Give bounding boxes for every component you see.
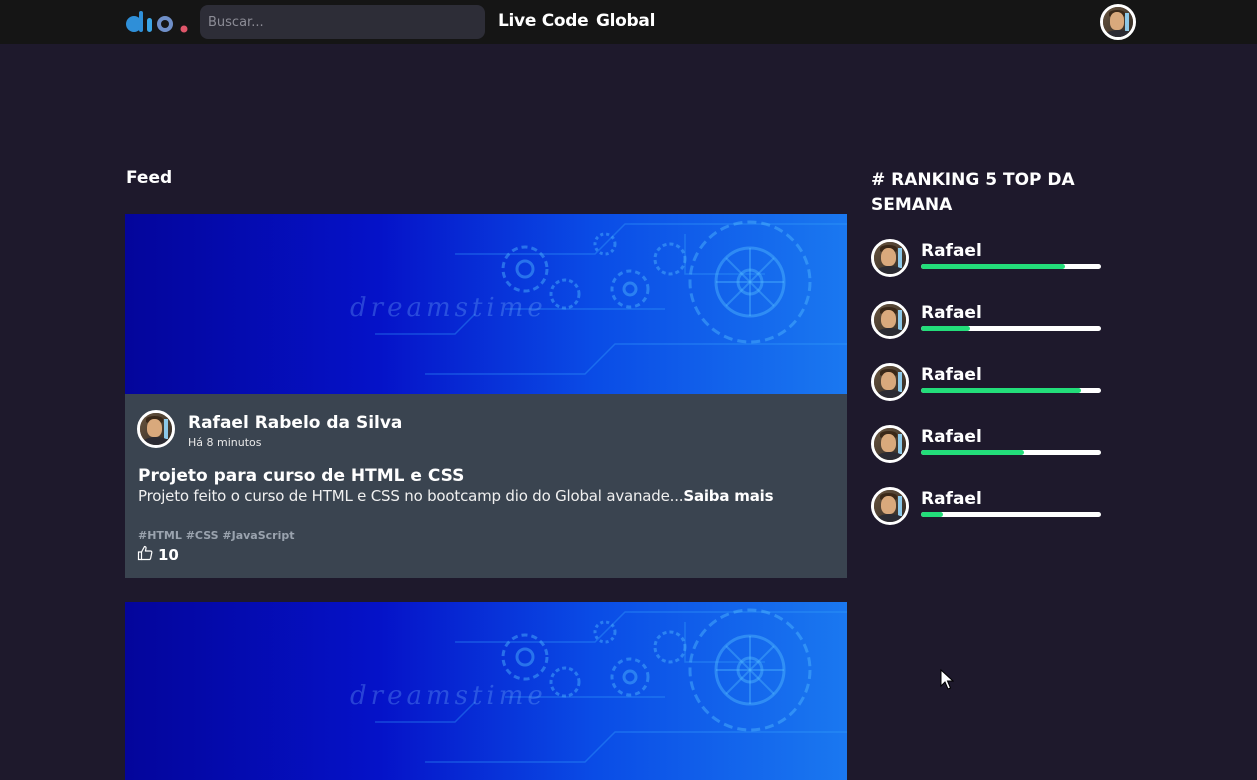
post-title[interactable]: Projeto para curso de HTML e CSS — [138, 466, 464, 486]
post-card: dreamstime Rafael Rabelo da Silva Há 8 m… — [125, 214, 847, 578]
post-description-text: Projeto feito o curso de HTML e CSS no b… — [138, 487, 684, 505]
ranking-item[interactable]: Rafael — [871, 363, 1111, 403]
ranking-item[interactable]: Rafael — [871, 301, 1111, 341]
dio-logo-icon[interactable] — [125, 9, 189, 35]
ranking-name[interactable]: Rafael — [921, 489, 982, 509]
ranking-avatar[interactable] — [871, 363, 909, 401]
ranking-avatar[interactable] — [871, 239, 909, 277]
post-tags: #HTML #CSS #JavaScript — [138, 529, 295, 542]
ranking-name[interactable]: Rafael — [921, 427, 982, 447]
search-input[interactable] — [200, 5, 485, 39]
ranking-progress-bar — [921, 388, 1101, 393]
gears-banner-image: dreamstime — [125, 214, 847, 394]
ranking-item[interactable]: Rafael — [871, 487, 1111, 527]
author-avatar[interactable] — [137, 410, 175, 448]
post-timestamp: Há 8 minutos — [188, 436, 262, 449]
thumbs-up-icon[interactable] — [137, 545, 153, 561]
ranking-progress-fill — [921, 450, 1024, 455]
ranking-name[interactable]: Rafael — [921, 365, 982, 385]
top-navbar: Live Code Global — [0, 0, 1257, 44]
svg-text:dreamstime: dreamstime — [350, 293, 547, 323]
ranking-title: # RANKING 5 TOP DA SEMANA — [871, 170, 1075, 215]
nav-live-code[interactable]: Live Code — [498, 11, 589, 31]
like-count: 10 — [158, 546, 179, 564]
mouse-cursor-icon — [940, 669, 954, 690]
post-card: dreamstime — [125, 602, 847, 780]
ranking-avatar[interactable] — [871, 487, 909, 525]
svg-text:dreamstime: dreamstime — [350, 681, 547, 711]
ranking-item[interactable]: Rafael — [871, 239, 1111, 279]
gears-banner-image: dreamstime — [125, 602, 847, 780]
ranking-progress-fill — [921, 512, 943, 517]
post-description: Projeto feito o curso de HTML e CSS no b… — [138, 487, 774, 505]
ranking-progress-fill — [921, 264, 1065, 269]
ranking-progress-bar — [921, 264, 1101, 269]
post-author-name[interactable]: Rafael Rabelo da Silva — [188, 413, 402, 433]
ranking-avatar[interactable] — [871, 425, 909, 463]
user-avatar[interactable] — [1100, 4, 1136, 40]
ranking-avatar[interactable] — [871, 301, 909, 339]
ranking-progress-fill — [921, 388, 1082, 393]
ranking-progress-bar — [921, 512, 1101, 517]
feed-title: Feed — [126, 168, 173, 188]
nav-global[interactable]: Global — [596, 11, 655, 31]
ranking-name[interactable]: Rafael — [921, 241, 982, 261]
ranking-name[interactable]: Rafael — [921, 303, 982, 323]
ranking-progress-fill — [921, 326, 970, 331]
ranking-progress-bar — [921, 326, 1101, 331]
read-more-link[interactable]: Saiba mais — [683, 487, 773, 505]
ranking-item[interactable]: Rafael — [871, 425, 1111, 465]
ranking-progress-bar — [921, 450, 1101, 455]
